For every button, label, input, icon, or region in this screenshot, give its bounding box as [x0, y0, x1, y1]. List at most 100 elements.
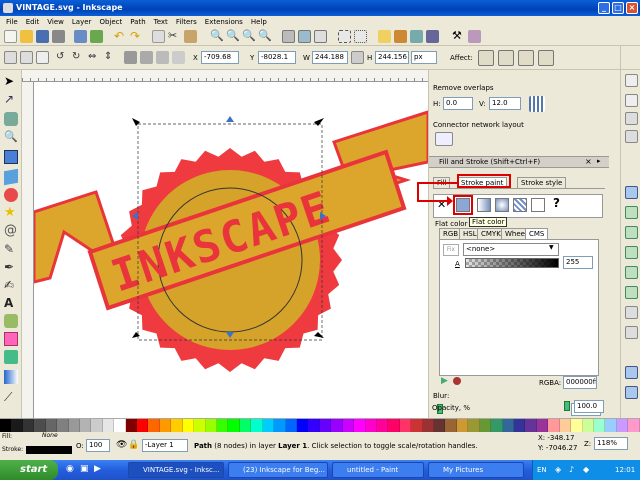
- lower-to-bottom-icon[interactable]: [172, 51, 185, 64]
- palette-swatch[interactable]: [125, 419, 138, 432]
- palette-swatch[interactable]: [296, 419, 309, 432]
- lock-icon[interactable]: [351, 51, 364, 64]
- flip-horizontal-icon[interactable]: ⇔: [88, 51, 101, 64]
- zoom-selection-icon[interactable]: 🔍: [210, 30, 224, 43]
- fill-stroke-icon[interactable]: [378, 30, 391, 43]
- raise-to-top-icon[interactable]: [124, 51, 137, 64]
- handle-ne[interactable]: [314, 118, 324, 126]
- palette-swatch[interactable]: [285, 419, 297, 432]
- flip-vertical-icon[interactable]: ⇕: [104, 51, 117, 64]
- save-icon[interactable]: [36, 30, 49, 43]
- menu-edit[interactable]: Edit: [22, 16, 44, 28]
- ungroup-icon[interactable]: [354, 30, 367, 43]
- x-field[interactable]: -709.68: [201, 51, 239, 64]
- export-icon[interactable]: [90, 30, 103, 43]
- new-document-icon[interactable]: [4, 30, 17, 43]
- palette-swatch[interactable]: [114, 419, 126, 432]
- scale-corners-icon[interactable]: [498, 50, 514, 66]
- snap-grids-icon[interactable]: [625, 386, 638, 399]
- menu-path[interactable]: Path: [126, 16, 149, 28]
- align-distribute-icon[interactable]: [426, 30, 439, 43]
- rectangle-tool-icon[interactable]: [4, 150, 18, 164]
- h-field[interactable]: 244.156: [375, 51, 409, 64]
- connector-layout-icon[interactable]: [435, 132, 453, 146]
- menu-object[interactable]: Object: [95, 16, 126, 28]
- rgba-field[interactable]: 000000ff: [563, 376, 597, 389]
- snap-bbox-corner-icon[interactable]: [625, 130, 638, 143]
- palette-swatch[interactable]: [434, 419, 446, 432]
- palette-swatch[interactable]: [513, 419, 526, 432]
- palette-swatch[interactable]: [228, 419, 240, 432]
- palette-swatch[interactable]: [319, 419, 332, 432]
- panel-close-icon[interactable]: ×: [585, 157, 592, 166]
- selector-tool-icon[interactable]: ➤: [4, 74, 18, 88]
- menu-view[interactable]: View: [43, 16, 68, 28]
- tab-stroke-style[interactable]: Stroke style: [517, 177, 567, 188]
- palette-swatch[interactable]: [205, 419, 218, 432]
- clone-icon[interactable]: [298, 30, 311, 43]
- palette-swatch[interactable]: [525, 419, 537, 432]
- palette-swatch[interactable]: [411, 419, 423, 432]
- palette-swatch[interactable]: [354, 419, 366, 432]
- palette-swatch[interactable]: [422, 419, 435, 432]
- xml-editor-icon[interactable]: [410, 30, 423, 43]
- preferences-icon[interactable]: ⚒: [452, 30, 465, 43]
- rotate-cw-icon[interactable]: ↻: [72, 51, 85, 64]
- alpha-slider[interactable]: [465, 258, 559, 268]
- handle-n[interactable]: [226, 116, 234, 122]
- stroke-swatch[interactable]: [26, 446, 72, 454]
- quicklaunch-desktop-icon[interactable]: ▣: [80, 464, 89, 474]
- move-patterns-icon[interactable]: [538, 50, 554, 66]
- open-icon[interactable]: [20, 30, 33, 43]
- deselect-icon[interactable]: [36, 51, 49, 64]
- palette-swatch[interactable]: [194, 419, 206, 432]
- palette-swatch[interactable]: [22, 419, 35, 432]
- palette-swatch[interactable]: [536, 419, 549, 432]
- select-all-layers-icon[interactable]: [20, 51, 33, 64]
- snap-bbox-edge-icon[interactable]: [625, 112, 638, 125]
- opacity-status-field[interactable]: 100: [86, 439, 110, 452]
- snap-smooth-nodes-icon[interactable]: [625, 266, 638, 279]
- palette-swatch[interactable]: [376, 419, 389, 432]
- palette-swatch[interactable]: [388, 419, 400, 432]
- raise-icon[interactable]: [140, 51, 153, 64]
- eye-icon[interactable]: 👁: [116, 440, 127, 450]
- pencil-tool-icon[interactable]: ✎: [4, 242, 18, 256]
- snap-bbox-icon[interactable]: [625, 94, 638, 107]
- color-profile-select[interactable]: <none>: [463, 243, 559, 256]
- zoom-tool-icon[interactable]: 🔍: [4, 130, 18, 144]
- task-paint[interactable]: untitled - Paint: [332, 462, 424, 478]
- palette-swatch[interactable]: [456, 419, 469, 432]
- palette-swatch[interactable]: [571, 419, 583, 432]
- snap-centers-icon[interactable]: [625, 306, 638, 319]
- palette-swatch[interactable]: [559, 419, 572, 432]
- palette-swatch[interactable]: [468, 419, 480, 432]
- w-field[interactable]: 244.188: [312, 51, 348, 64]
- fix-button[interactable]: Fix: [443, 244, 459, 256]
- palette-swatch[interactable]: [399, 419, 412, 432]
- palette-swatch[interactable]: [137, 419, 149, 432]
- star-tool-icon[interactable]: ★: [4, 206, 18, 220]
- scale-stroke-icon[interactable]: [478, 50, 494, 66]
- palette-swatch[interactable]: [91, 419, 103, 432]
- 3d-box-tool-icon[interactable]: [4, 168, 18, 186]
- paste-icon[interactable]: [184, 30, 197, 43]
- task-browser[interactable]: (23) Inkscape for Beg...: [228, 462, 328, 478]
- layer-select[interactable]: -Layer 1: [142, 439, 188, 452]
- handle-sw[interactable]: [132, 332, 140, 338]
- spray-tool-icon[interactable]: [4, 314, 18, 328]
- select-all-icon[interactable]: [4, 51, 17, 64]
- palette-swatch[interactable]: [68, 419, 80, 432]
- tweak-tool-icon[interactable]: [4, 112, 18, 126]
- palette-swatch[interactable]: [45, 419, 58, 432]
- palette-swatch[interactable]: [262, 419, 275, 432]
- palette-swatch[interactable]: [502, 419, 514, 432]
- document-properties-icon[interactable]: [468, 30, 481, 43]
- node-tool-icon[interactable]: ↗: [4, 92, 18, 106]
- gradient-tool-icon[interactable]: [4, 370, 18, 384]
- palette-swatch[interactable]: [628, 419, 640, 432]
- v-gap-field[interactable]: 12.0: [489, 97, 521, 110]
- palette-swatch[interactable]: [582, 419, 594, 432]
- swatch-icon[interactable]: [531, 198, 545, 212]
- pattern-icon[interactable]: [513, 198, 527, 212]
